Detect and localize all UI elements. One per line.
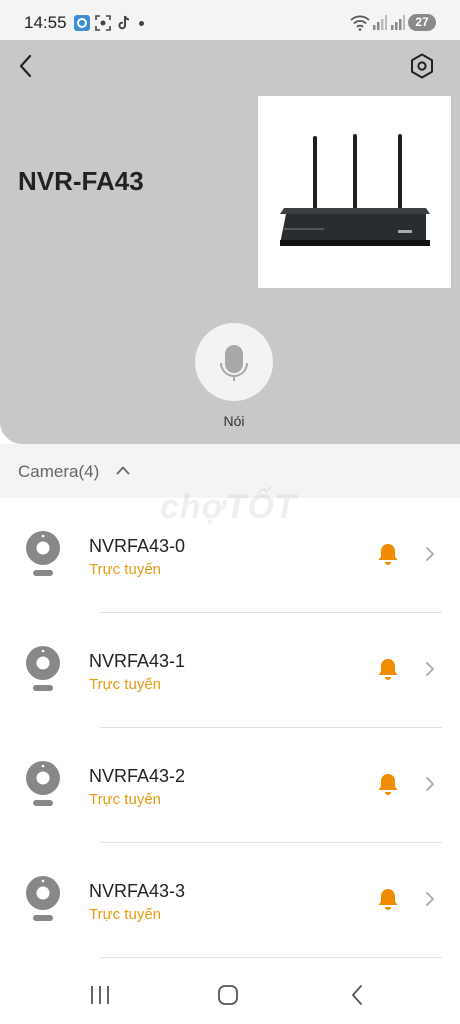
device-image [258, 96, 451, 288]
nvr-router-picture [280, 134, 430, 246]
chevron-right-icon [426, 547, 434, 561]
camera-name: NVRFA43-2 [89, 766, 186, 786]
camera-row[interactable]: NVRFA43-2 Trực tuyến [0, 728, 460, 843]
tiktok-notification-icon [118, 15, 130, 30]
signal-icon-2 [391, 15, 405, 30]
camera-row[interactable]: NVRFA43-1 Trực tuyến [0, 613, 460, 728]
status-time: 14:55 [24, 13, 67, 32]
chevron-right-icon [426, 892, 434, 906]
system-nav-bar [0, 968, 460, 1024]
camera-icon [26, 761, 60, 806]
chevron-up-icon [116, 466, 130, 475]
scan-notification-icon [95, 15, 111, 31]
settings-hexagon-icon[interactable] [408, 52, 436, 80]
section-title: Camera(4) [18, 462, 100, 481]
wifi-icon [350, 15, 370, 31]
camera-row[interactable]: NVRFA43-0 Trực tuyến [0, 498, 460, 613]
app-notification-icon [74, 15, 90, 31]
back-arrow-icon[interactable] [14, 52, 38, 80]
chevron-right-icon [426, 662, 434, 676]
camera-icon [26, 646, 60, 691]
nav-back-icon[interactable] [346, 984, 370, 1006]
camera-status: Trực tuyến [89, 561, 162, 578]
chevron-right-icon [426, 777, 434, 791]
status-bar: 14:55 27 [0, 0, 460, 40]
nav-recents-icon[interactable] [88, 984, 112, 1006]
camera-row[interactable]: NVRFA43-3 Trực tuyến [0, 843, 460, 958]
microphone-icon [220, 345, 248, 381]
bell-icon[interactable] [377, 542, 399, 566]
nav-home-icon[interactable] [216, 984, 240, 1006]
row-divider [100, 957, 442, 958]
bell-icon[interactable] [377, 657, 399, 681]
battery-indicator: 27 [408, 14, 436, 31]
device-header: NVR-FA43 Nói [0, 40, 460, 444]
camera-name: NVRFA43-0 [89, 536, 186, 556]
device-title: NVR-FA43 [18, 166, 144, 196]
talk-button[interactable] [195, 323, 273, 401]
status-dot [139, 21, 144, 26]
bell-icon[interactable] [377, 772, 399, 796]
talk-label: Nói [223, 413, 245, 429]
camera-name: NVRFA43-1 [89, 651, 186, 671]
bell-icon[interactable] [377, 887, 399, 911]
camera-status: Trực tuyến [89, 906, 162, 923]
signal-icon-1 [373, 15, 387, 30]
camera-icon [26, 876, 60, 921]
camera-status: Trực tuyến [89, 676, 162, 693]
camera-icon [26, 531, 60, 576]
camera-status: Trực tuyến [89, 791, 162, 808]
camera-name: NVRFA43-3 [89, 881, 186, 901]
